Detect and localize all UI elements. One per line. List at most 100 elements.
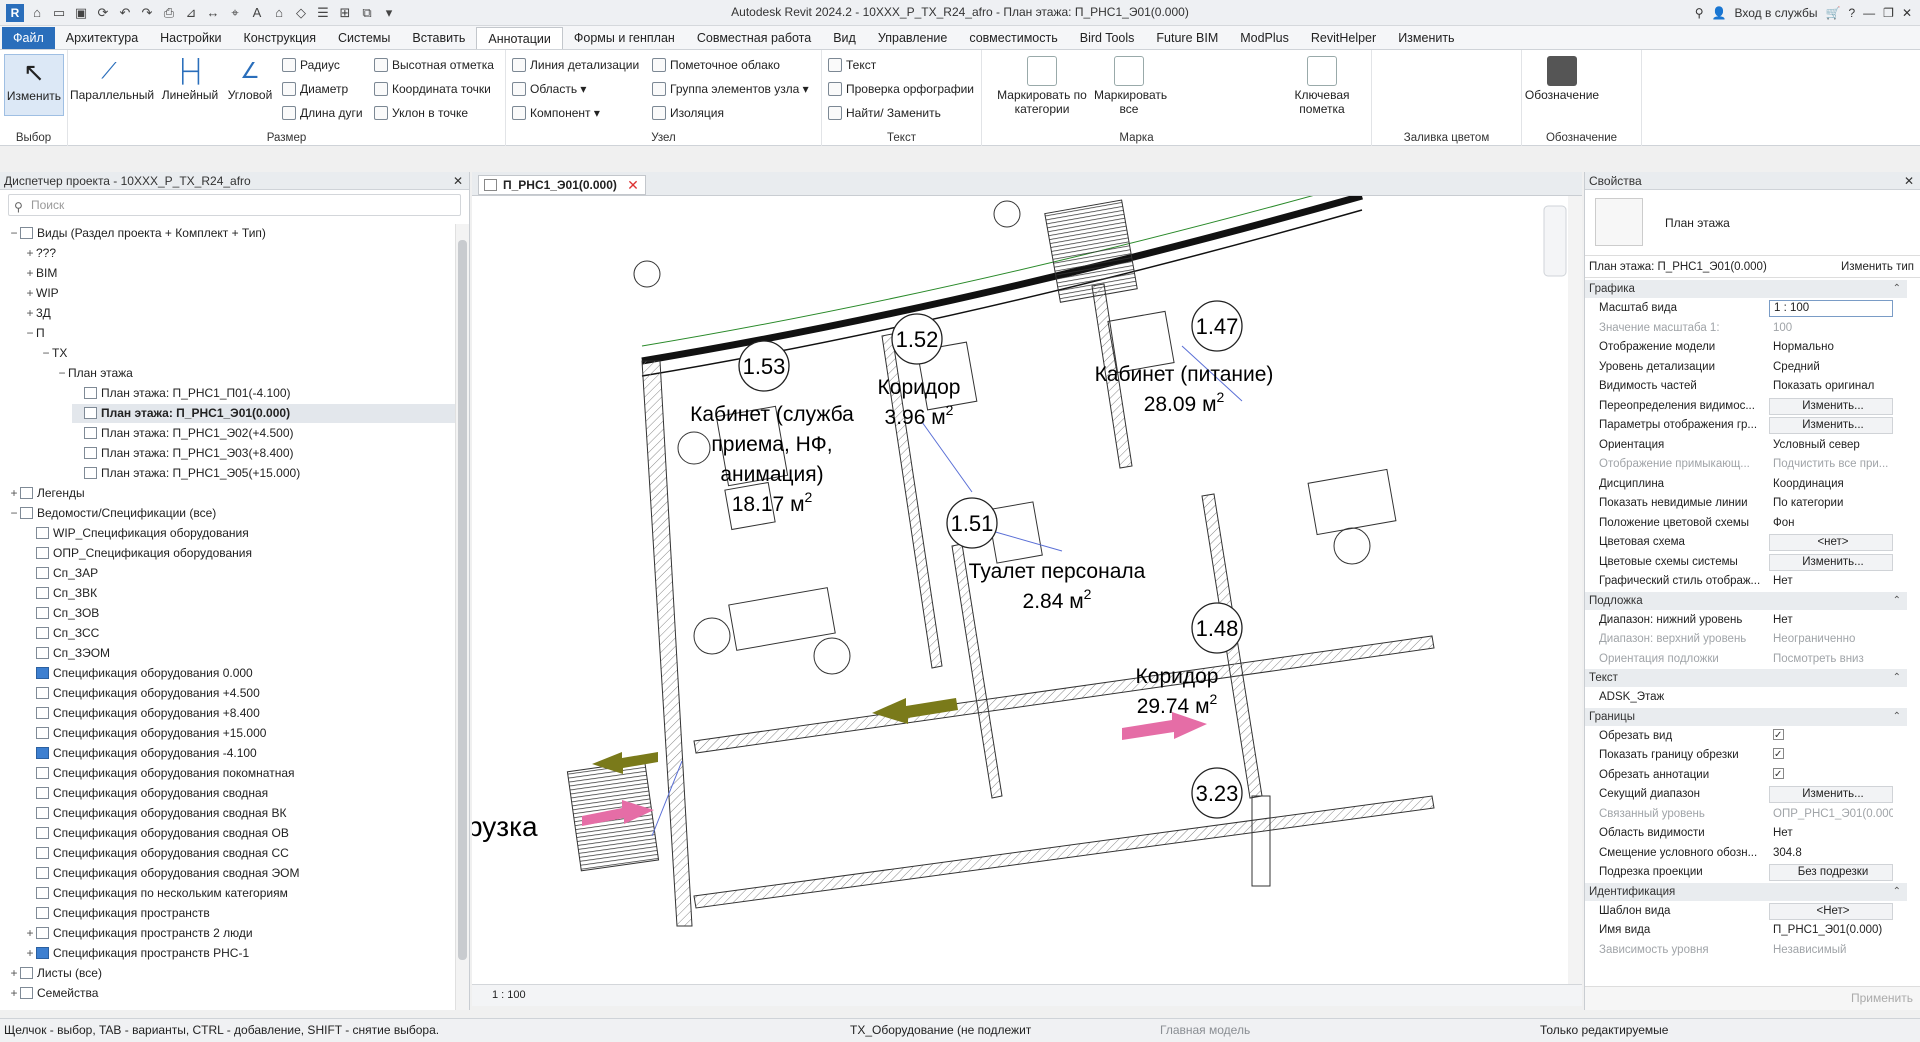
expand-icon[interactable]: + [24, 244, 36, 263]
spot-coordinate-button[interactable]: Координата точки [374, 78, 491, 100]
close-button[interactable]: ✕ [1902, 3, 1912, 23]
tab-2[interactable]: Настройки [149, 27, 232, 49]
property-value[interactable]: Без подрезки [1769, 864, 1893, 881]
tree-item[interactable]: Спецификация оборудования +8.400 [24, 704, 455, 723]
tree-item[interactable]: − План этажа [56, 364, 455, 383]
tree-item[interactable]: Спецификация оборудования сводная СС [24, 844, 455, 863]
tab-10[interactable]: Управление [867, 27, 959, 49]
collapse-icon[interactable]: − [40, 344, 52, 363]
binoculars-icon[interactable]: ⚲ [1695, 3, 1704, 23]
revision-cloud-button[interactable]: Пометочное облако [652, 54, 780, 76]
tab-12[interactable]: Bird Tools [1069, 27, 1146, 49]
tree-item[interactable]: Спецификация оборудования сводная ВК [24, 804, 455, 823]
edit-type-button[interactable]: Изменить тип [1841, 256, 1914, 278]
property-value[interactable]: П_РНС1_Э01(0.000) [1769, 921, 1893, 940]
tree-item[interactable]: ОПР_Спецификация оборудования [24, 544, 455, 563]
property-value[interactable]: 304.8 [1769, 844, 1893, 863]
tab-0[interactable]: Файл [2, 27, 55, 49]
tree-item[interactable]: Спецификация оборудования покомнатная [24, 764, 455, 783]
collapse-icon[interactable]: − [56, 364, 68, 383]
restore-button[interactable]: ❐ [1883, 3, 1894, 23]
spot-slope-button[interactable]: Уклон в точке [374, 102, 468, 124]
tree-item[interactable]: − TX [40, 344, 455, 363]
collapse-icon[interactable]: ⌃ [1893, 592, 1901, 610]
tab-15[interactable]: RevitHelper [1300, 27, 1387, 49]
detail-group-button[interactable]: Группа элементов узла ▾ [652, 78, 809, 100]
browser-search-input[interactable]: ⚲ Поиск [8, 194, 461, 216]
checkbox[interactable] [1773, 746, 1784, 764]
spot-elevation-button[interactable]: Высотная отметка [374, 54, 494, 76]
expand-icon[interactable]: + [24, 264, 36, 283]
expand-icon[interactable]: + [24, 284, 36, 303]
select-panel-label[interactable]: Выбор [0, 132, 67, 144]
view-tab[interactable]: П_РНС1_Э01(0.000) ✕ [478, 175, 646, 195]
property-value[interactable]: По категории [1769, 494, 1893, 513]
tree-item[interactable]: Сп_ЗСС [24, 624, 455, 643]
tree-item[interactable]: +??? [24, 244, 455, 263]
tree-item[interactable]: WIP_Спецификация оборудования [24, 524, 455, 543]
property-value[interactable]: <нет> [1769, 534, 1893, 551]
view-scale[interactable]: 1 : 100 [492, 989, 526, 1001]
tab-3[interactable]: Конструкция [232, 27, 327, 49]
property-value[interactable]: 1 : 100 [1769, 300, 1893, 317]
property-value[interactable] [1769, 766, 1893, 785]
aligned-dimension-button[interactable]: ⟋ Параллельный [70, 54, 154, 116]
property-value[interactable]: Изменить... [1769, 397, 1893, 415]
canvas-scrollbar[interactable] [1568, 196, 1582, 984]
tag-by-category-button[interactable]: Маркировать по категории [992, 54, 1092, 116]
insulation-button[interactable]: Изоляция [652, 102, 724, 124]
close-icon[interactable]: ✕ [1904, 172, 1914, 190]
property-group[interactable]: Идентификация ⌃ [1585, 882, 1907, 901]
tag-panel-label[interactable]: Марка [942, 132, 1331, 144]
property-group[interactable]: Текст ⌃ [1585, 669, 1907, 687]
property-value[interactable]: Нет [1769, 611, 1893, 630]
property-value[interactable]: Нет [1769, 824, 1893, 843]
checkbox[interactable] [1773, 766, 1784, 784]
close-view-icon[interactable]: ✕ [627, 176, 639, 194]
collapse-icon[interactable]: − [24, 324, 36, 343]
tree-item[interactable]: Сп_ЗЭОМ [24, 644, 455, 663]
tree-item[interactable]: Спецификация по нескольким категориям [24, 884, 455, 903]
spell-check-button[interactable]: Проверка орфографии [828, 78, 974, 100]
tab-4[interactable]: Системы [327, 27, 401, 49]
tree-item[interactable]: Сп_ЗОВ [24, 604, 455, 623]
tree-item[interactable]: Спецификация оборудования сводная ОВ [24, 824, 455, 843]
tree-item[interactable]: + Спецификация пространств РНС-1 [24, 944, 455, 963]
checkbox[interactable] [1773, 727, 1784, 745]
text-button[interactable]: Текст [828, 54, 876, 76]
tree-item[interactable]: План этажа: П_РНС1_Э01(0.000) [72, 404, 455, 423]
expand-icon[interactable]: + [8, 964, 20, 983]
property-group[interactable]: Подложка ⌃ [1585, 591, 1907, 610]
tree-item[interactable]: Спецификация оборудования +4.500 [24, 684, 455, 703]
collapse-icon[interactable]: ⌃ [1893, 669, 1901, 687]
user-icon[interactable]: 👤 [1712, 3, 1727, 23]
drawing-canvas[interactable]: 1.53 Кабинет (служба приема, НФ, анимация) 1… [472, 196, 1568, 984]
tree-item[interactable]: Сп_ЗВК [24, 584, 455, 603]
modify-button[interactable]: ↖ Изменить [4, 54, 64, 116]
collapse-icon[interactable]: ⌃ [1893, 708, 1901, 726]
tab-16[interactable]: Изменить [1387, 27, 1465, 49]
tree-item[interactable]: Спецификация оборудования 0.000 [24, 664, 455, 683]
symbol-button[interactable]: Обозначение [1522, 54, 1602, 116]
property-value[interactable]: Нормально [1769, 338, 1893, 357]
property-value[interactable]: Изменить... [1769, 553, 1893, 571]
expand-icon[interactable]: + [24, 304, 36, 323]
expand-icon[interactable]: + [8, 984, 20, 1003]
property-group[interactable]: Границы ⌃ [1585, 707, 1907, 726]
tree-item[interactable]: План этажа: П_РНС1_Э02(+4.500) [72, 424, 455, 443]
tab-8[interactable]: Совместная работа [686, 27, 822, 49]
tree-item[interactable]: + Листы (все) [8, 964, 455, 983]
dimension-panel-label[interactable]: Размер [68, 132, 505, 144]
tab-7[interactable]: Формы и генплан [563, 27, 686, 49]
browser-scrollbar[interactable] [455, 224, 469, 1010]
active-workset[interactable]: TX_Оборудование (не подлежит [850, 1019, 1031, 1041]
tab-13[interactable]: Future BIM [1145, 27, 1229, 49]
apply-button[interactable]: Применить [1851, 991, 1913, 1005]
diameter-button[interactable]: Диаметр [282, 78, 348, 100]
help-icon[interactable]: ? [1848, 3, 1855, 23]
property-group[interactable]: Графика ⌃ [1585, 280, 1907, 298]
collapse-icon[interactable]: − [8, 504, 20, 523]
linear-dimension-button[interactable]: ├┤ Линейный [160, 54, 220, 116]
property-value[interactable]: Изменить... [1769, 786, 1893, 803]
property-value[interactable]: Изменить... [1769, 417, 1893, 434]
